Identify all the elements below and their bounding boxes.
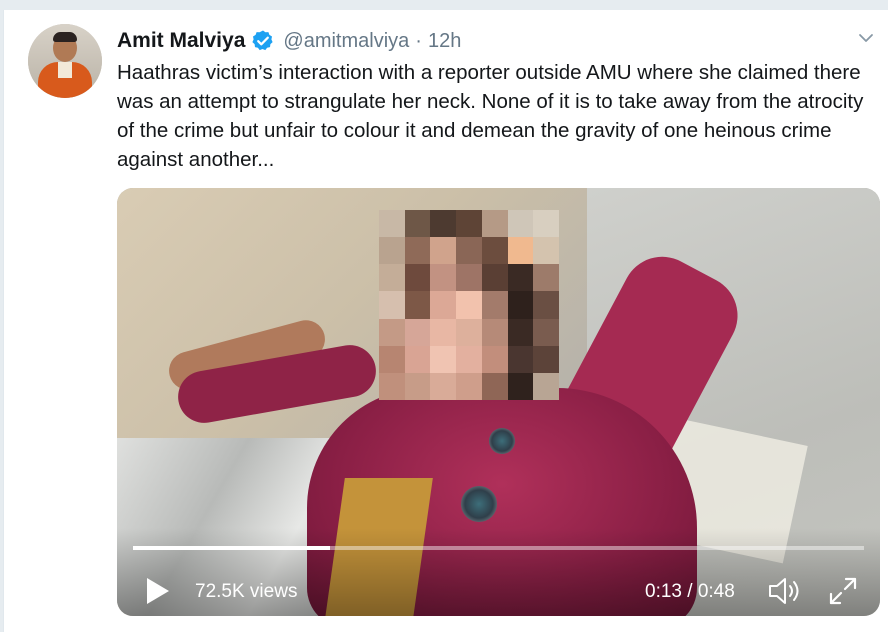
blurred-face <box>379 210 559 400</box>
tweet-timestamp[interactable]: 12h <box>428 30 461 53</box>
author-handle[interactable]: @amitmalviya <box>283 30 409 53</box>
tweet-header: Amit Malviya @amitmalviya · 12h <box>117 26 461 56</box>
video-time-readout: 0:13 / 0:48 <box>645 581 735 602</box>
fullscreen-icon[interactable] <box>827 575 859 607</box>
chevron-down-icon[interactable] <box>856 28 876 48</box>
video-player[interactable]: 72.5K views 0:13 / 0:48 <box>117 188 880 616</box>
volume-icon[interactable] <box>767 576 803 606</box>
avatar[interactable] <box>28 24 102 98</box>
video-progress-bar[interactable] <box>133 546 864 550</box>
tweet-card[interactable]: Amit Malviya @amitmalviya · 12h Haathras… <box>3 10 888 632</box>
play-icon[interactable] <box>143 576 171 606</box>
verified-badge-icon <box>251 29 275 53</box>
timeline-top-strip <box>0 0 888 10</box>
video-views: 72.5K views <box>195 581 298 602</box>
author-display-name[interactable]: Amit Malviya <box>117 29 245 53</box>
header-separator: · <box>415 29 422 52</box>
tweet-text: Haathras victim’s interaction with a rep… <box>117 61 864 171</box>
video-progress-fill <box>133 546 331 550</box>
